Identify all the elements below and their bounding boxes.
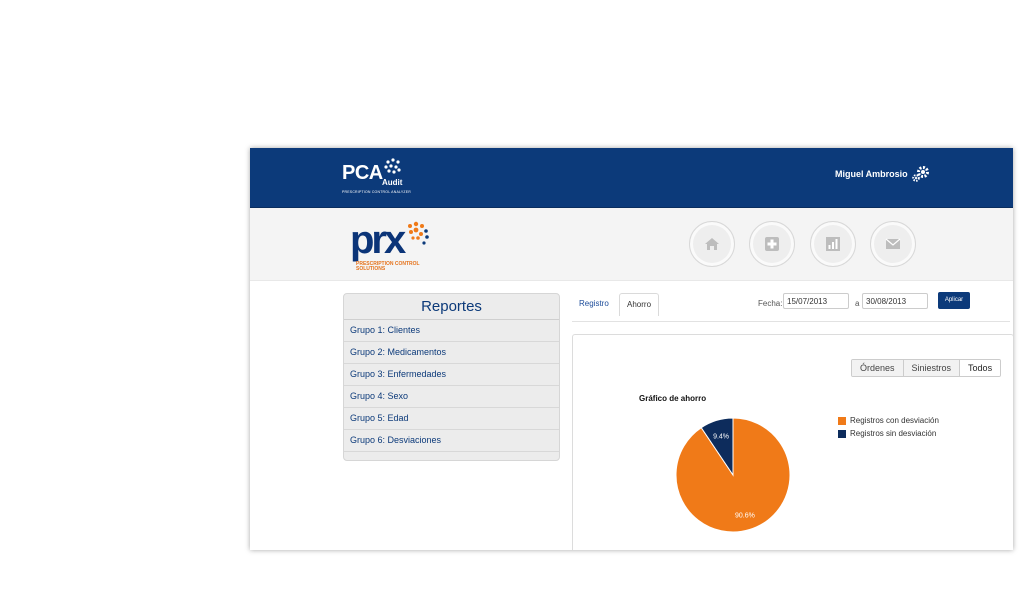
medical-cross-icon — [765, 237, 779, 251]
chart-title: Gráfico de ahorro — [639, 394, 707, 403]
segment-ordenes[interactable]: Órdenes — [852, 360, 904, 376]
user-menu[interactable]: Miguel Ambrosio — [835, 165, 931, 183]
segment-siniestros[interactable]: Siniestros — [903, 360, 961, 376]
prx-logo-text: prx — [350, 218, 406, 262]
chart-panel: Órdenes Siniestros Todos Gráfico de ahor… — [572, 334, 1013, 550]
audit-text: Audit — [382, 178, 403, 187]
legend-item-con-desviacion: Registros con desviación — [838, 416, 939, 425]
pca-tagline: PRESCRIPTION CONTROL ANALYZER — [342, 190, 412, 194]
top-header-bar: PCA Audit PRESCRIPTION CONTROL ANALYZER … — [250, 148, 1013, 208]
segment-todos[interactable]: Todos — [960, 360, 1001, 376]
prx-logo-swirl-icon — [408, 221, 429, 245]
bar-chart-icon — [826, 237, 840, 251]
prx-logo[interactable]: prx PRESCRIPTION CONTROL SOLUTIONS — [350, 218, 429, 272]
date-range-separator: a — [855, 299, 860, 308]
pie-chart: 90.6% 9.4% — [675, 417, 791, 533]
app-window: PCA Audit PRESCRIPTION CONTROL ANALYZER … — [250, 148, 1013, 550]
legend-swatch-navy — [838, 429, 846, 438]
brand-bar: prx PRESCRIPTION CONTROL SOLUTIONS — [250, 208, 1013, 281]
pie-value-label: 9.4% — [713, 434, 729, 441]
pca-audit-logo[interactable]: PCA Audit PRESCRIPTION CONTROL ANALYZER — [342, 158, 411, 194]
legend-swatch-orange — [838, 416, 846, 425]
sidebar-item-edad[interactable]: Grupo 5: Edad — [344, 408, 559, 430]
pie-value-label: 90.6% — [735, 512, 755, 519]
fecha-label: Fecha: — [758, 299, 783, 308]
sidebar-title: Reportes — [344, 294, 559, 320]
user-name: Miguel Ambrosio — [835, 169, 908, 179]
nav-home-button[interactable] — [689, 221, 735, 267]
segment-control: Órdenes Siniestros Todos — [851, 359, 1002, 377]
sidebar-item-sexo[interactable]: Grupo 4: Sexo — [344, 386, 559, 408]
home-icon — [705, 238, 719, 250]
prx-tagline: PRESCRIPTION CONTROL SOLUTIONS — [356, 261, 420, 272]
nav-mail-button[interactable] — [870, 221, 916, 267]
date-to-input[interactable] — [862, 293, 928, 309]
legend-label: Registros con desviación — [850, 416, 939, 425]
date-from-input[interactable] — [783, 293, 849, 309]
tab-ahorro[interactable]: Ahorro — [619, 293, 660, 316]
nav-medical-button[interactable] — [749, 221, 795, 267]
settings-gear-icon[interactable] — [911, 165, 931, 183]
nav-reports-button[interactable] — [810, 221, 856, 267]
mail-icon — [885, 238, 901, 249]
legend-item-sin-desviacion: Registros sin desviación — [838, 429, 936, 438]
sidebar-item-medicamentos[interactable]: Grupo 2: Medicamentos — [344, 342, 559, 364]
reports-sidebar: Reportes Grupo 1: Clientes Grupo 2: Medi… — [343, 293, 560, 461]
sidebar-item-enfermedades[interactable]: Grupo 3: Enfermedades — [344, 364, 559, 386]
sidebar-item-desviaciones[interactable]: Grupo 6: Desviaciones — [344, 430, 559, 452]
sidebar-item-clientes[interactable]: Grupo 1: Clientes — [344, 320, 559, 342]
pca-logo-text: PCA — [342, 162, 383, 184]
apply-button[interactable]: Aplicar — [938, 292, 970, 309]
logo-dots-icon — [384, 158, 401, 174]
legend-label: Registros sin desviación — [850, 429, 937, 438]
tab-registro[interactable]: Registro — [572, 293, 616, 315]
tab-divider — [572, 321, 1010, 322]
